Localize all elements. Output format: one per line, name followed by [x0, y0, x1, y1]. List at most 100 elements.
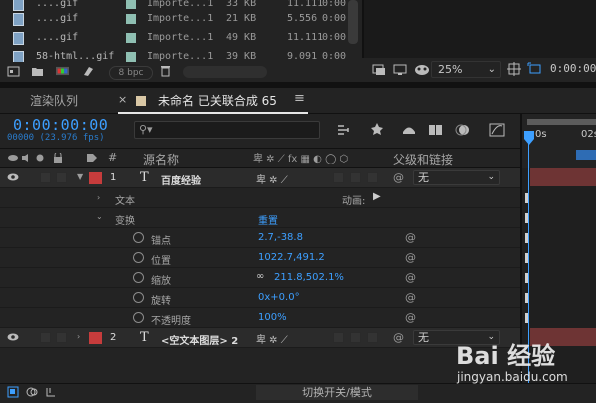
layer-label-color[interactable] [89, 172, 102, 184]
transfer-controls-pane-icon[interactable] [26, 386, 38, 398]
shy-collapse-switches[interactable]: 卑 ✲ ⟋ [256, 331, 288, 346]
keyframe-marker[interactable] [525, 193, 528, 203]
label-swatch[interactable] [126, 52, 136, 62]
constrain-proportions-icon[interactable]: ∞ [256, 271, 264, 282]
opacity-value[interactable]: 100% [258, 312, 287, 323]
layer-switch[interactable] [350, 332, 361, 343]
stopwatch-icon[interactable] [133, 232, 144, 243]
grid-guides-icon[interactable] [507, 62, 521, 76]
trash-icon[interactable] [159, 65, 172, 77]
rotation-value[interactable]: 0x+0.0° [258, 292, 300, 303]
pickwhip-icon[interactable]: @ [393, 171, 404, 184]
property-row[interactable]: 锚点 2.7,-38.8 @ [0, 228, 520, 248]
new-folder-icon[interactable] [31, 65, 44, 77]
keyframe-marker[interactable] [525, 313, 528, 323]
lock-switch[interactable] [56, 332, 67, 343]
expression-pickwhip-icon[interactable]: @ [405, 271, 416, 284]
shy-layers-icon[interactable] [400, 122, 418, 138]
layer-switch[interactable] [333, 172, 344, 183]
label-swatch[interactable] [126, 14, 136, 24]
tab-render-queue[interactable]: 渲染队列 [30, 92, 78, 109]
keyframe-marker[interactable] [525, 213, 528, 223]
zoom-dropdown[interactable]: 25% ⌄ [431, 61, 501, 78]
source-name-column-header[interactable]: 源名称 [143, 151, 179, 168]
graph-editor-icon[interactable] [488, 122, 506, 138]
region-of-interest-icon[interactable] [527, 62, 543, 76]
layer-switch[interactable] [367, 332, 378, 343]
chevron-down-icon[interactable]: ▼ [77, 172, 83, 181]
project-file-row[interactable]: ....gif Importe...1 49 KB 11.111 0:00 [0, 29, 362, 48]
expression-pickwhip-icon[interactable]: @ [405, 251, 416, 264]
layer-switch[interactable] [350, 172, 361, 183]
interpret-footage-icon[interactable] [7, 65, 20, 77]
new-composition-icon[interactable] [56, 65, 69, 77]
expression-pickwhip-icon[interactable]: @ [405, 291, 416, 304]
property-group-row[interactable]: › 文本 动画: ▶ [0, 188, 520, 208]
shy-collapse-switches[interactable]: 卑 ✲ ⟋ [256, 171, 288, 186]
parent-link-column-header[interactable]: 父级和链接 [393, 151, 453, 168]
stopwatch-icon[interactable] [133, 312, 144, 323]
layer-row[interactable]: ▼ 1 T 百度经验 卑 ✲ ⟋ @ 无 ⌄ [0, 168, 520, 188]
property-row[interactable]: 旋转 0x+0.0° @ [0, 288, 520, 308]
current-time-display[interactable]: 0:00:00:00 [13, 116, 108, 134]
project-settings-icon[interactable] [82, 65, 95, 77]
keyframe-marker[interactable] [525, 233, 528, 243]
chevron-down-icon[interactable]: ⌄ [96, 212, 103, 221]
layer-label-color[interactable] [89, 332, 102, 344]
visibility-eye-icon[interactable] [7, 332, 19, 342]
draft-3d-icon[interactable] [368, 122, 386, 138]
layer-row[interactable]: › 2 T <空文本图层> 2 卑 ✲ ⟋ @ 无 ⌄ [0, 328, 520, 348]
lock-switch[interactable] [56, 172, 67, 183]
comp-mini-flowchart-icon[interactable] [336, 122, 354, 138]
chevron-right-icon[interactable]: › [97, 193, 100, 202]
always-preview-icon[interactable] [372, 64, 386, 76]
expression-pickwhip-icon[interactable]: @ [405, 231, 416, 244]
layer-search-input[interactable] [134, 121, 320, 139]
mask-visibility-icon[interactable] [414, 64, 430, 76]
label-swatch[interactable] [126, 0, 136, 9]
frame-blending-icon[interactable] [427, 122, 445, 138]
layer-name[interactable]: <空文本图层> 2 [161, 332, 238, 347]
solo-switch[interactable] [40, 172, 51, 183]
keyframe-marker[interactable] [525, 253, 528, 263]
time-navigator[interactable] [576, 150, 596, 160]
solo-switch[interactable] [40, 332, 51, 343]
motion-blur-icon[interactable] [454, 122, 472, 138]
animate-menu-icon[interactable]: ▶ [373, 191, 381, 202]
work-area-bar[interactable] [527, 119, 596, 125]
layer-switch[interactable] [333, 332, 344, 343]
visibility-eye-icon[interactable] [7, 172, 19, 182]
tab-composition[interactable]: 未命名 已关联合成 65 [158, 92, 277, 109]
in-out-pane-icon[interactable] [45, 386, 57, 398]
parent-dropdown[interactable]: 无 ⌄ [413, 170, 500, 185]
anchor-point-value[interactable]: 2.7,-38.8 [258, 232, 303, 243]
monitor-icon[interactable] [393, 64, 407, 76]
chevron-right-icon[interactable]: › [77, 332, 80, 341]
close-icon[interactable]: × [118, 93, 127, 106]
stopwatch-icon[interactable] [133, 272, 144, 283]
property-group-row[interactable]: ⌄ 变换 重置 [0, 208, 520, 228]
property-row[interactable]: 不透明度 100% @ [0, 308, 520, 328]
keyframe-marker[interactable] [525, 273, 528, 283]
layer-switches-pane-icon[interactable] [7, 386, 19, 398]
layer-duration-bar[interactable] [530, 168, 596, 186]
project-scrollbar[interactable] [348, 0, 358, 44]
toggle-switches-modes-button[interactable]: 切换开关/模式 [256, 385, 418, 400]
bit-depth-button[interactable]: 8 bpc [109, 66, 153, 80]
scale-value[interactable]: 211.8,502.1% [274, 272, 344, 283]
pickwhip-icon[interactable]: @ [393, 331, 404, 344]
project-horizontal-scrollbar[interactable] [183, 66, 267, 78]
project-file-row[interactable]: ....gif Importe...1 21 KB 5.556 0:00 [0, 10, 362, 29]
reset-transform-link[interactable]: 重置 [258, 212, 278, 227]
viewer-time[interactable]: 0:00:00: [550, 62, 596, 75]
stopwatch-icon[interactable] [133, 252, 144, 263]
panel-menu-icon[interactable]: ≡ [294, 91, 305, 106]
position-value[interactable]: 1022.7,491.2 [258, 252, 325, 263]
label-swatch[interactable] [126, 33, 136, 43]
expression-pickwhip-icon[interactable]: @ [405, 311, 416, 324]
stopwatch-icon[interactable] [133, 292, 144, 303]
layer-name[interactable]: 百度经验 [161, 172, 201, 187]
property-row[interactable]: 位置 1022.7,491.2 @ [0, 248, 520, 268]
property-row[interactable]: 缩放 ∞ 211.8,502.1% @ [0, 268, 520, 288]
layer-switch[interactable] [367, 172, 378, 183]
